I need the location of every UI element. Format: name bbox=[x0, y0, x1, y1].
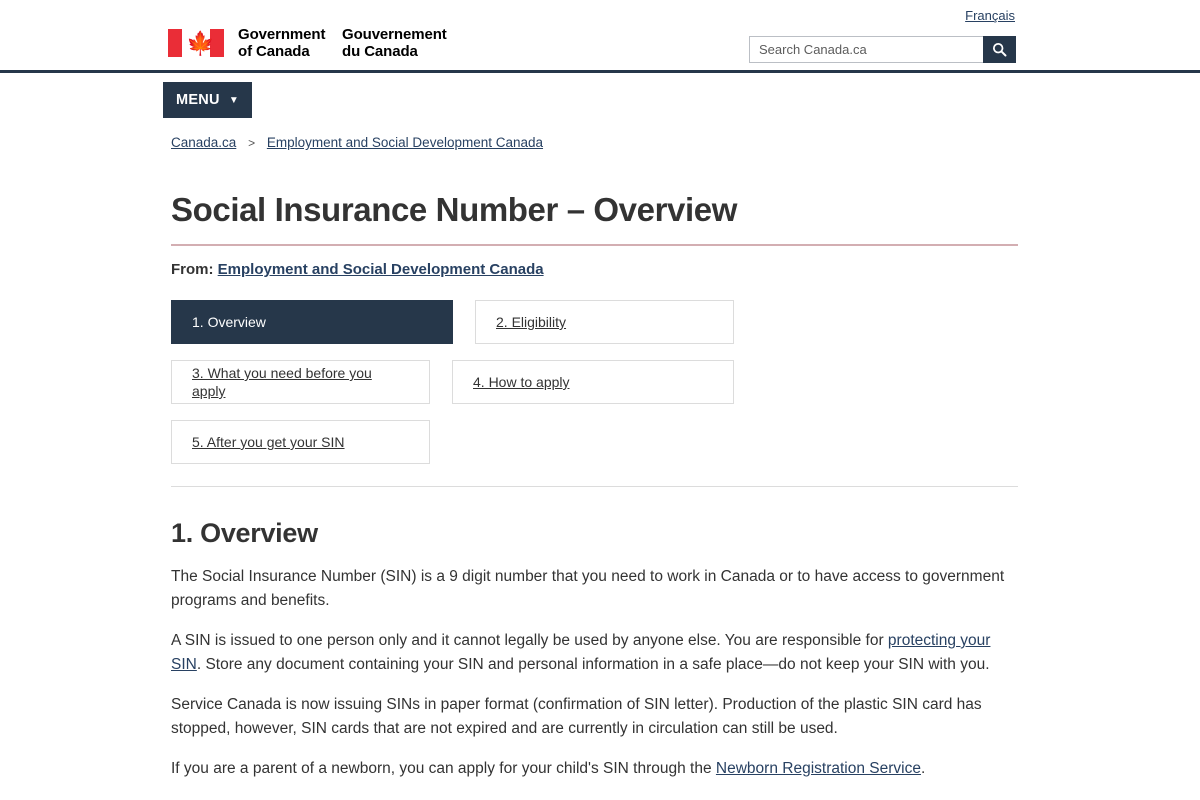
search-input[interactable] bbox=[749, 36, 983, 63]
paragraph-2-text-b: . Store any document containing your SIN… bbox=[196, 656, 990, 673]
paragraph-1: The Social Insurance Number (SIN) is a 9… bbox=[171, 568, 1005, 609]
paragraph-4-text-b: . bbox=[920, 760, 926, 777]
step-nav-label-1: 1. Overview bbox=[192, 314, 266, 330]
page-title: Social Insurance Number – Overview bbox=[171, 191, 1018, 246]
brand-fr-line1: Gouvernement bbox=[342, 26, 447, 43]
from-department-link[interactable]: Employment and Social Development Canada bbox=[218, 261, 544, 278]
paragraph-3: Service Canada is now issuing SINs in pa… bbox=[171, 696, 982, 737]
search-icon bbox=[992, 42, 1007, 57]
breadcrumb: Canada.ca > Employment and Social Develo… bbox=[171, 73, 1018, 152]
step-nav-label-3[interactable]: 3. What you need before you apply bbox=[192, 364, 409, 400]
section-title: 1. Overview bbox=[171, 518, 318, 548]
step-nav-label-2[interactable]: 2. Eligibility bbox=[496, 313, 566, 331]
from-label: From: bbox=[171, 261, 214, 278]
language-toggle-link[interactable]: Français bbox=[965, 8, 1015, 23]
step-nav-label-4[interactable]: 4. How to apply bbox=[473, 373, 570, 391]
language-toggle[interactable]: Français bbox=[965, 7, 1015, 24]
breadcrumb-item-canada-ca[interactable]: Canada.ca bbox=[171, 135, 236, 150]
canada-flag-icon: 🍁 bbox=[168, 29, 224, 57]
step-nav-item-2[interactable]: 2. Eligibility bbox=[475, 300, 734, 344]
government-of-canada-brand[interactable]: 🍁 Government of Canada Gouvernement du C… bbox=[168, 26, 447, 60]
breadcrumb-separator: > bbox=[248, 136, 256, 150]
search-button[interactable] bbox=[983, 36, 1016, 63]
brand-wordmark: Government of Canada Gouvernement du Can… bbox=[238, 26, 447, 60]
from-department-line: From: Employment and Social Development … bbox=[171, 260, 1018, 280]
paragraph-2: A SIN is issued to one person only and i… bbox=[171, 629, 1016, 677]
step-nav-item-1[interactable]: 1. Overview bbox=[171, 300, 453, 344]
content-divider bbox=[171, 486, 1018, 487]
step-nav-label-5[interactable]: 5. After you get your SIN bbox=[192, 433, 345, 451]
site-header: Français 🍁 Government of Canada Gouverne… bbox=[0, 0, 1200, 73]
brand-en-line2: of Canada bbox=[238, 43, 310, 60]
step-navigation: 1. Overview 2. Eligibility 3. What you n… bbox=[171, 300, 1018, 480]
step-nav-item-4[interactable]: 4. How to apply bbox=[452, 360, 734, 404]
page-root: Français 🍁 Government of Canada Gouverne… bbox=[0, 0, 1200, 800]
brand-en-line1: Government bbox=[238, 26, 326, 43]
paragraph-4-text-a: If you are a parent of a newborn, you ca… bbox=[171, 760, 716, 777]
step-nav-item-5[interactable]: 5. After you get your SIN bbox=[171, 420, 430, 464]
brand-fr-line2: du Canada bbox=[342, 43, 418, 60]
paragraph-2-text-a: A SIN is issued to one person only and i… bbox=[171, 632, 888, 649]
step-nav-item-3[interactable]: 3. What you need before you apply bbox=[171, 360, 430, 404]
newborn-registration-service-link[interactable]: Newborn Registration Service bbox=[716, 760, 921, 777]
main-content: Canada.ca > Employment and Social Develo… bbox=[171, 73, 1018, 800]
site-search[interactable] bbox=[749, 36, 1016, 63]
breadcrumb-item-esdc[interactable]: Employment and Social Development Canada bbox=[267, 135, 543, 150]
paragraph-4: If you are a parent of a newborn, you ca… bbox=[171, 757, 1016, 781]
